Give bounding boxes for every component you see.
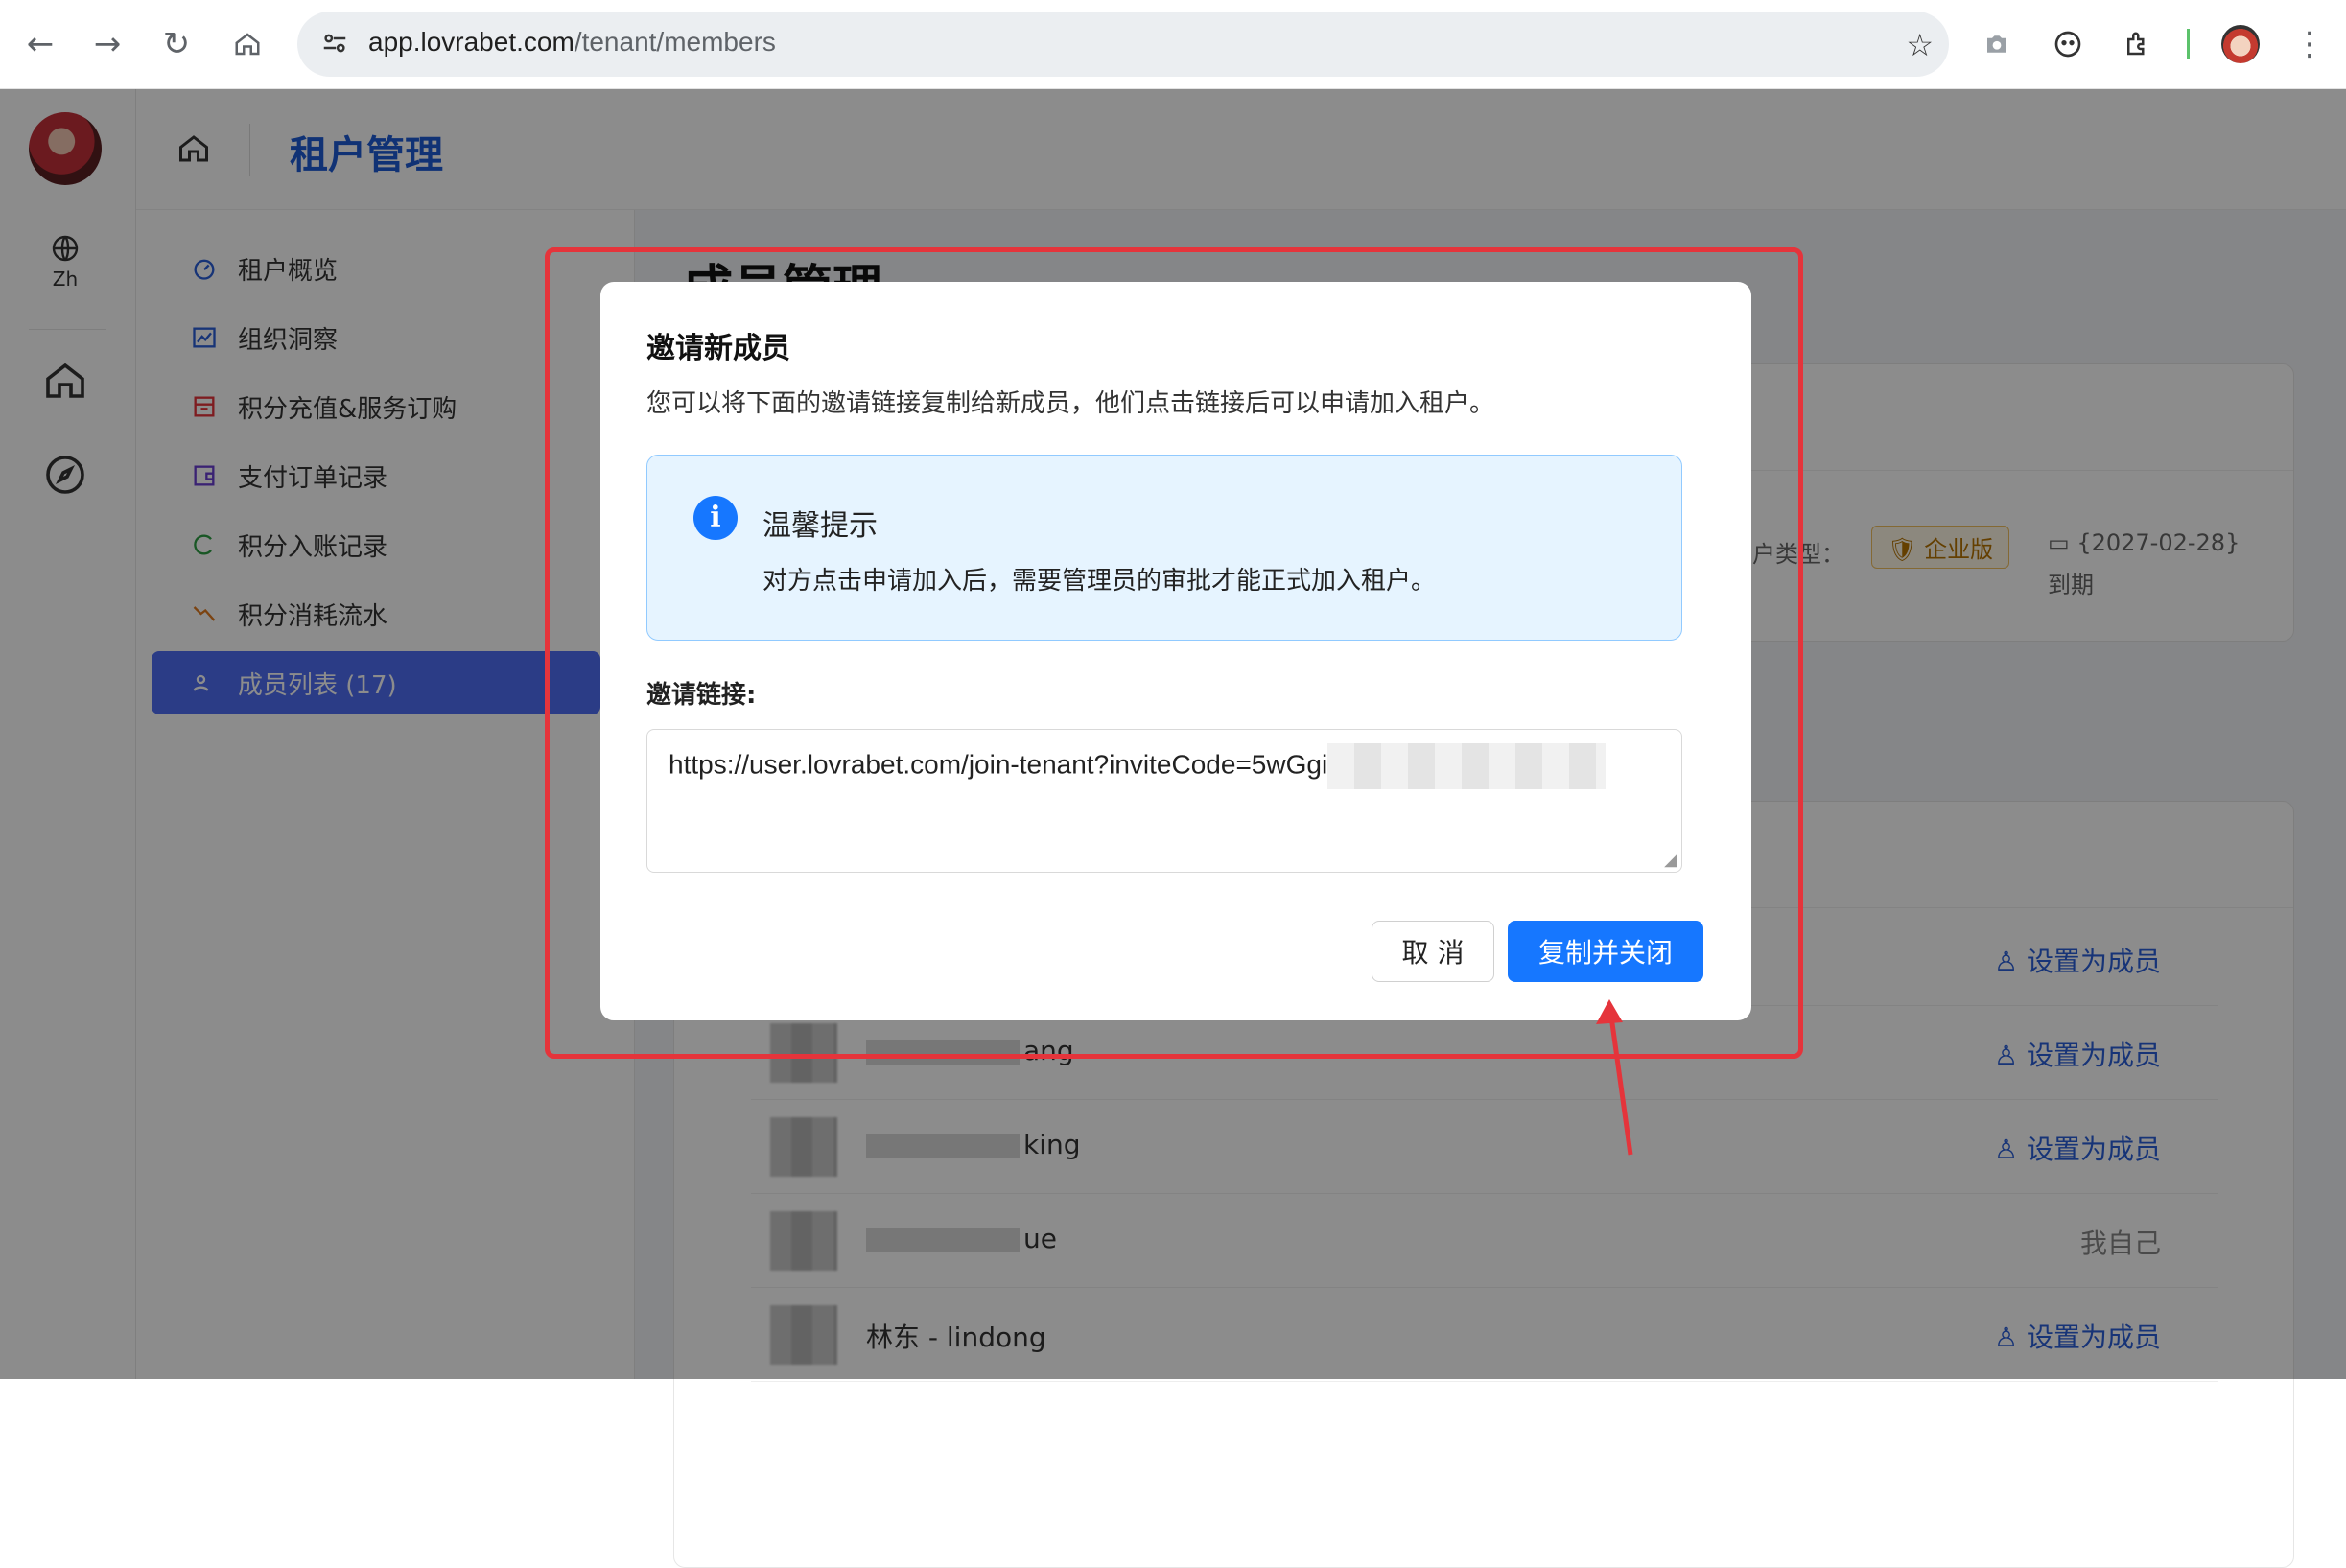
annotation-arrow-icon	[1596, 999, 1633, 1156]
